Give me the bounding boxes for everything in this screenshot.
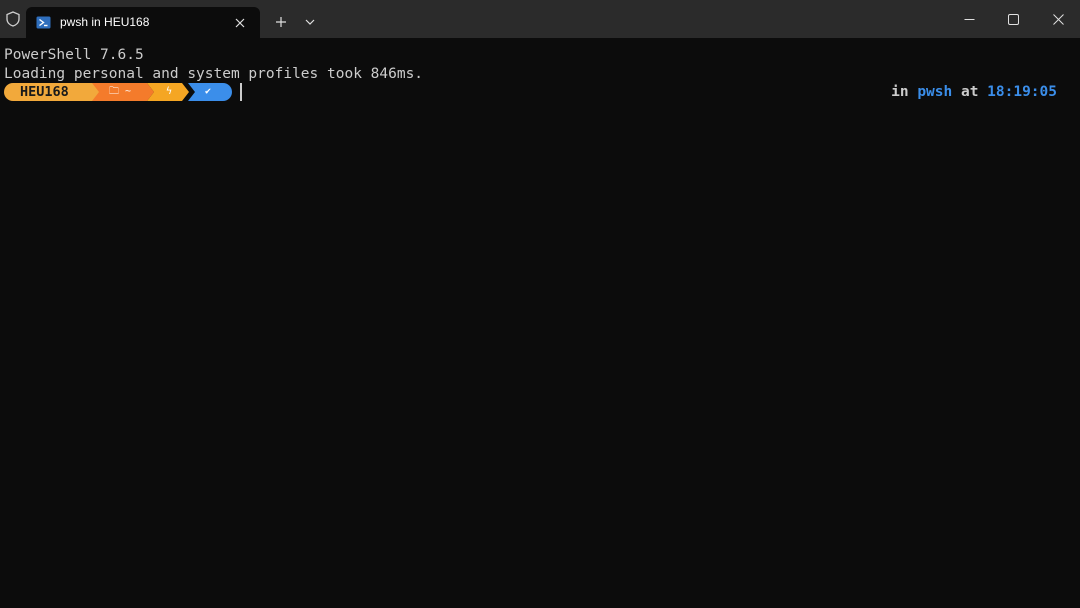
- output-line-version: PowerShell 7.6.5: [4, 47, 144, 63]
- powershell-icon: [36, 15, 51, 30]
- output-line-profile: Loading personal and system profiles too…: [4, 66, 424, 82]
- tab-dropdown-button[interactable]: [298, 10, 322, 34]
- right-prompt-shell: pwsh: [917, 84, 953, 100]
- lightning-icon: ϟ: [166, 86, 173, 97]
- minimize-icon: [964, 18, 974, 20]
- right-prompt-in: in: [891, 84, 918, 100]
- prompt-path-segment: 🗀 ~: [92, 83, 154, 101]
- prompt-host: HEU168: [20, 84, 69, 100]
- chevron-down-icon: [305, 19, 315, 25]
- prompt-host-segment: HEU168: [4, 83, 100, 101]
- title-bar: pwsh in HEU168: [0, 0, 1080, 38]
- new-tab-button[interactable]: [268, 10, 294, 34]
- maximize-button[interactable]: [991, 0, 1035, 38]
- right-prompt: in pwsh at 18:19:05: [891, 83, 1057, 101]
- folder-icon: 🗀 ~: [109, 86, 132, 97]
- shield-icon[interactable]: [0, 0, 26, 38]
- check-icon: ✔: [205, 86, 212, 97]
- terminal-area[interactable]: PowerShell 7.6.5 Loading personal and sy…: [0, 38, 1080, 608]
- text-cursor: [240, 83, 242, 101]
- close-tab-icon[interactable]: [228, 11, 252, 35]
- plus-icon: [276, 17, 286, 27]
- tab-title: pwsh in HEU168: [60, 15, 150, 29]
- maximize-icon: [1007, 13, 1019, 25]
- prompt-status-segment: ✔: [188, 83, 232, 101]
- close-window-button[interactable]: [1036, 0, 1080, 38]
- right-prompt-time: 18:19:05: [987, 84, 1057, 100]
- prompt: HEU168 🗀 ~ ϟ ✔: [4, 83, 244, 101]
- minimize-button[interactable]: [947, 0, 991, 38]
- tab-pwsh[interactable]: pwsh in HEU168: [26, 7, 260, 38]
- close-icon: [1052, 13, 1064, 25]
- right-prompt-at: at: [952, 84, 988, 100]
